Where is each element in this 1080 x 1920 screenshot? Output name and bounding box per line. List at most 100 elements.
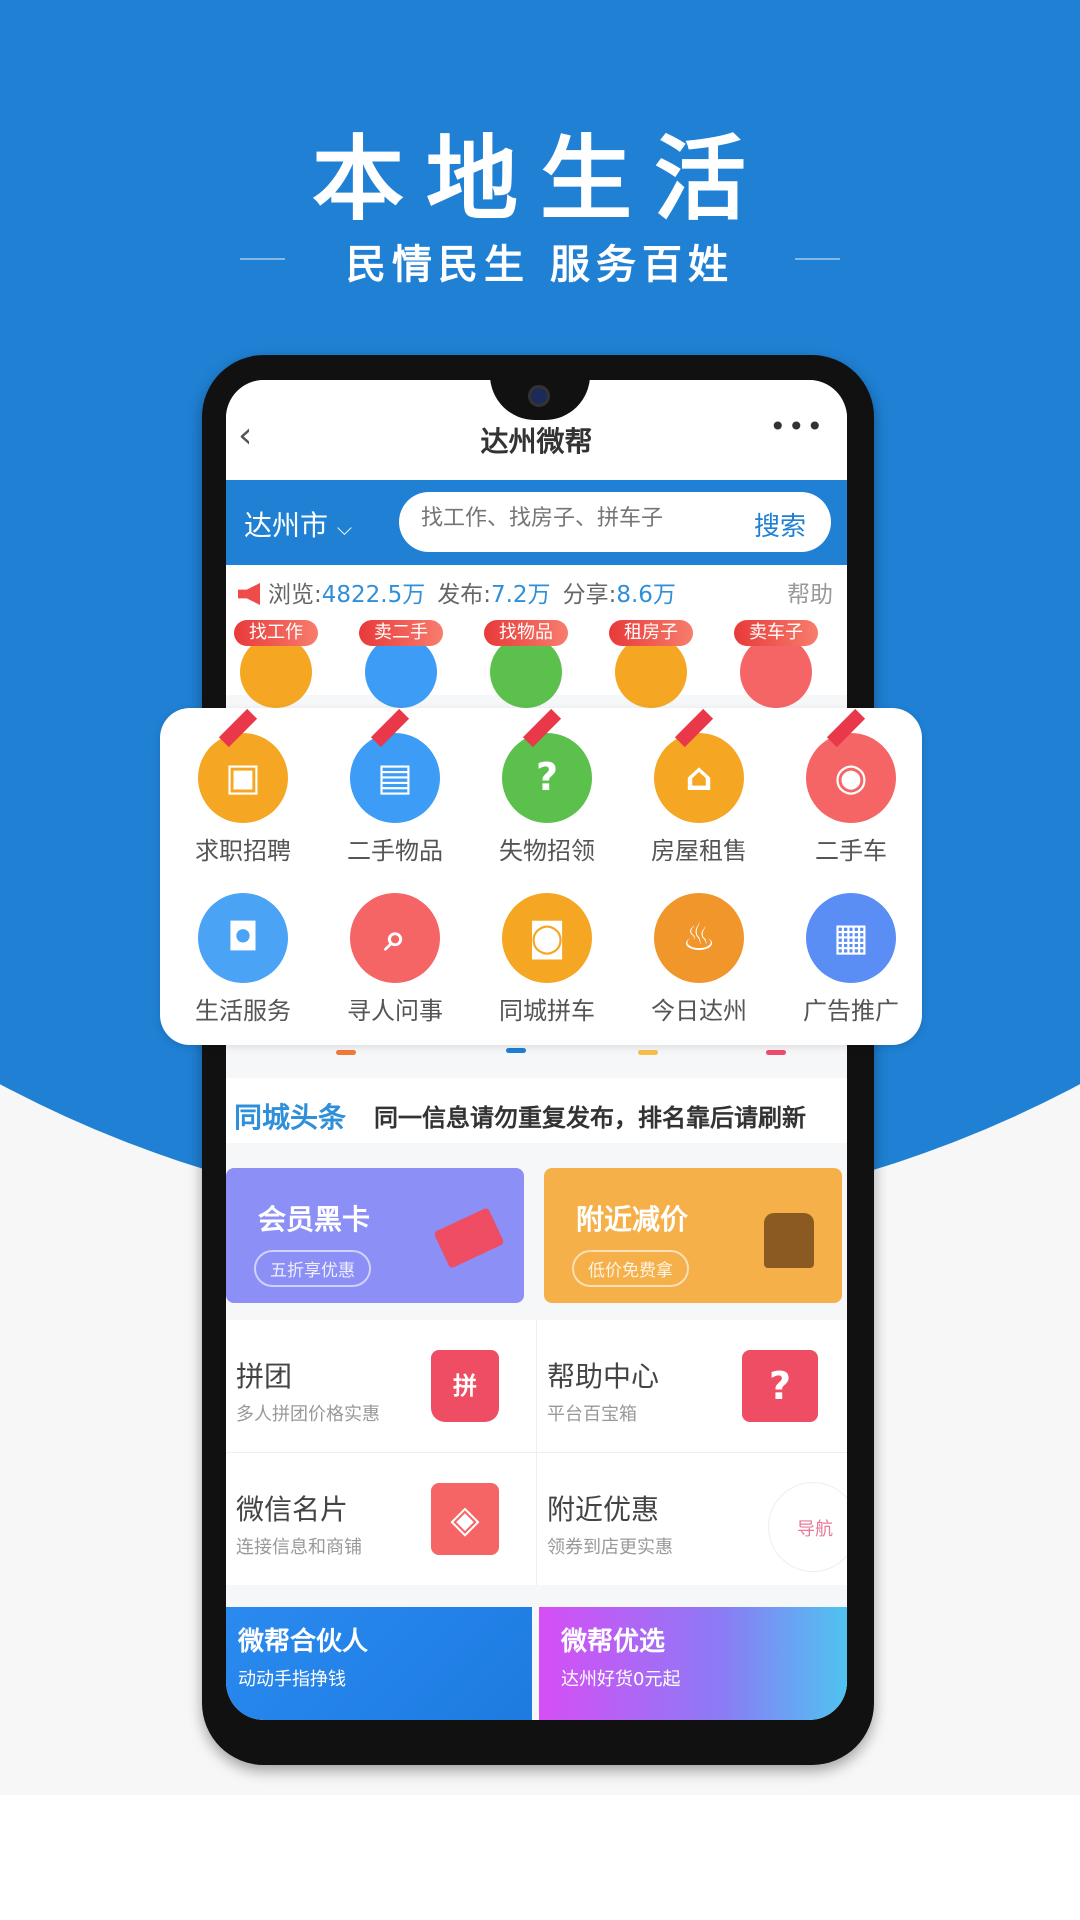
badge-circle [490, 636, 562, 708]
news-label: 同城头条 [234, 1101, 347, 1134]
hero-subtitle: 民情民生 服务百姓 [346, 242, 734, 288]
coupon-icon [433, 1207, 505, 1269]
icon-glyph: ⌂ [685, 755, 713, 799]
phone-screen: ‹ 达州微帮 ••• 达州市 ⌵ 搜索 浏览:4822.5万发布:7.2万分享:… [226, 380, 847, 1720]
camera-icon [528, 385, 550, 407]
views-count: 4822.5万 [321, 582, 426, 608]
tag-icon: ◈ [431, 1483, 499, 1555]
category-item[interactable]: ◘ 生活服务 [178, 893, 308, 1026]
grid-item-help-center[interactable]: 帮助中心平台百宝箱? [537, 1320, 847, 1452]
promo-nearby-discount[interactable]: 附近减价 低价免费拿 [544, 1168, 842, 1303]
grid-title: 微信名片 [236, 1493, 349, 1526]
grid-subtitle: 平台百宝箱 [547, 1404, 637, 1425]
page-indicator [638, 1050, 658, 1055]
search-box: 搜索 [399, 492, 831, 552]
category-label: 同城拼车 [499, 997, 595, 1025]
hero-title: 本地生活 [311, 126, 768, 233]
category-label: 求职招聘 [195, 837, 291, 865]
page-indicator [766, 1050, 786, 1055]
badge-tag: 找物品 [484, 620, 568, 646]
category-label: 今日达州 [651, 997, 747, 1025]
banner-selection[interactable]: 微帮优选 达州好货0元起 [539, 1607, 847, 1720]
banner-subtitle: 动动手指挣钱 [238, 1669, 346, 1690]
category-item[interactable]: ? 失物招领 [482, 708, 612, 866]
shopping-bag-icon [764, 1213, 814, 1268]
category-item[interactable]: ◙ 同城拼车 [482, 893, 612, 1026]
badge-circle [615, 636, 687, 708]
city-label: 达州市 [244, 509, 329, 542]
news-ticker[interactable]: 同城头条 同一信息请勿重复发布，排名靠后请刷新 [226, 1078, 847, 1143]
grid-item-group-buy[interactable]: 拼团 多人拼团价格实惠 拼 [226, 1320, 536, 1452]
badge-item[interactable]: 卖二手 [359, 620, 443, 708]
search-button[interactable]: 搜索 [754, 506, 806, 543]
badge-item[interactable]: 找工作 [234, 620, 318, 708]
posts-count: 7.2万 [490, 582, 551, 608]
icon-glyph: ◙ [528, 915, 566, 959]
category-item[interactable]: ▦ 广告推广 [786, 893, 916, 1026]
icon-glyph: ♨ [681, 915, 717, 959]
category-item[interactable]: ◉ 二手车 [786, 708, 916, 866]
taxi-icon: ◙ [502, 893, 592, 983]
icon-glyph: ? [535, 755, 559, 799]
icon-glyph: ⌕ [384, 915, 406, 959]
shop-icon: ▦ [806, 893, 896, 983]
category-item[interactable]: ▤ 二手物品 [330, 708, 460, 866]
grid-subtitle: 领券到店更实惠 [547, 1537, 673, 1558]
banner-partner[interactable]: 微帮合伙人 动动手指挣钱 [226, 1607, 532, 1720]
icon-glyph: ◉ [834, 755, 868, 799]
news-text: 同一信息请勿重复发布，排名靠后请刷新 [374, 1104, 806, 1132]
badge-item[interactable]: 找物品 [484, 620, 568, 708]
page-indicator-active [506, 1048, 526, 1053]
banner-title: 微帮合伙人 [238, 1627, 369, 1657]
shopping-bag-icon: 拼 [431, 1350, 499, 1422]
icon-glyph: ◘ [227, 915, 259, 959]
help-link[interactable]: 帮助 [787, 575, 833, 609]
search-person-icon: ⌕ [350, 893, 440, 983]
grid-title: 附近优惠 [547, 1493, 660, 1526]
question-icon: ? [742, 1350, 818, 1422]
briefcase-icon: ▣ [198, 708, 288, 823]
category-label: 房屋租售 [651, 837, 747, 865]
badge-item[interactable]: 租房子 [609, 620, 693, 708]
city-selector[interactable]: 达州市 ⌵ [244, 504, 352, 544]
category-item[interactable]: ▣ 求职招聘 [178, 708, 308, 866]
promo-pill: 低价免费拿 [572, 1250, 689, 1287]
category-label: 二手车 [815, 837, 887, 865]
badge-item[interactable]: 卖车子 [734, 620, 818, 708]
grid-subtitle: 连接信息和商铺 [236, 1537, 362, 1558]
shares-count: 8.6万 [616, 582, 676, 608]
bag-icon: ▤ [350, 708, 440, 823]
house-icon: ⌂ [654, 708, 744, 823]
ribbon-badge [826, 708, 866, 748]
grid-title: 拼团 [236, 1360, 293, 1393]
service-icon: ◘ [198, 893, 288, 983]
ribbon-badge [218, 708, 258, 748]
badge-tag: 卖车子 [734, 620, 818, 646]
page-indicator [336, 1050, 356, 1055]
category-label: 失物招领 [499, 837, 595, 865]
badge-circle [240, 636, 312, 708]
badge-tag: 找工作 [234, 620, 318, 646]
speaker-icon [238, 583, 260, 605]
icon-glyph: ▣ [225, 755, 261, 799]
category-label: 广告推广 [803, 997, 899, 1025]
promo-title: 会员黑卡 [258, 1203, 371, 1236]
views-label: 浏览: [268, 582, 322, 608]
more-icon[interactable]: ••• [769, 410, 825, 443]
category-item[interactable]: ⌕ 寻人问事 [330, 893, 460, 1026]
grid-title: 帮助中心 [547, 1360, 660, 1393]
search-input[interactable] [421, 506, 721, 531]
ribbon-badge [370, 708, 410, 748]
promo-member-card[interactable]: 会员黑卡 五折享优惠 [226, 1168, 524, 1303]
promo-title: 附近减价 [576, 1203, 689, 1236]
banner-title: 微帮优选 [561, 1627, 666, 1657]
category-item[interactable]: ♨ 今日达州 [634, 893, 764, 1026]
badge-tag: 租房子 [609, 620, 693, 646]
banner-subtitle: 达州好货0元起 [561, 1669, 681, 1690]
grid-item-wechat-card[interactable]: 微信名片连接信息和商铺 ◈ [226, 1453, 536, 1585]
shares-label: 分享: [562, 582, 617, 608]
feature-grid: 拼团 多人拼团价格实惠 拼 帮助中心平台百宝箱? 微信名片连接信息和商铺 ◈ 附近优惠… [226, 1320, 847, 1585]
car-icon: ◉ [806, 708, 896, 823]
category-item[interactable]: ⌂ 房屋租售 [634, 708, 764, 866]
posts-label: 发布: [437, 582, 491, 608]
